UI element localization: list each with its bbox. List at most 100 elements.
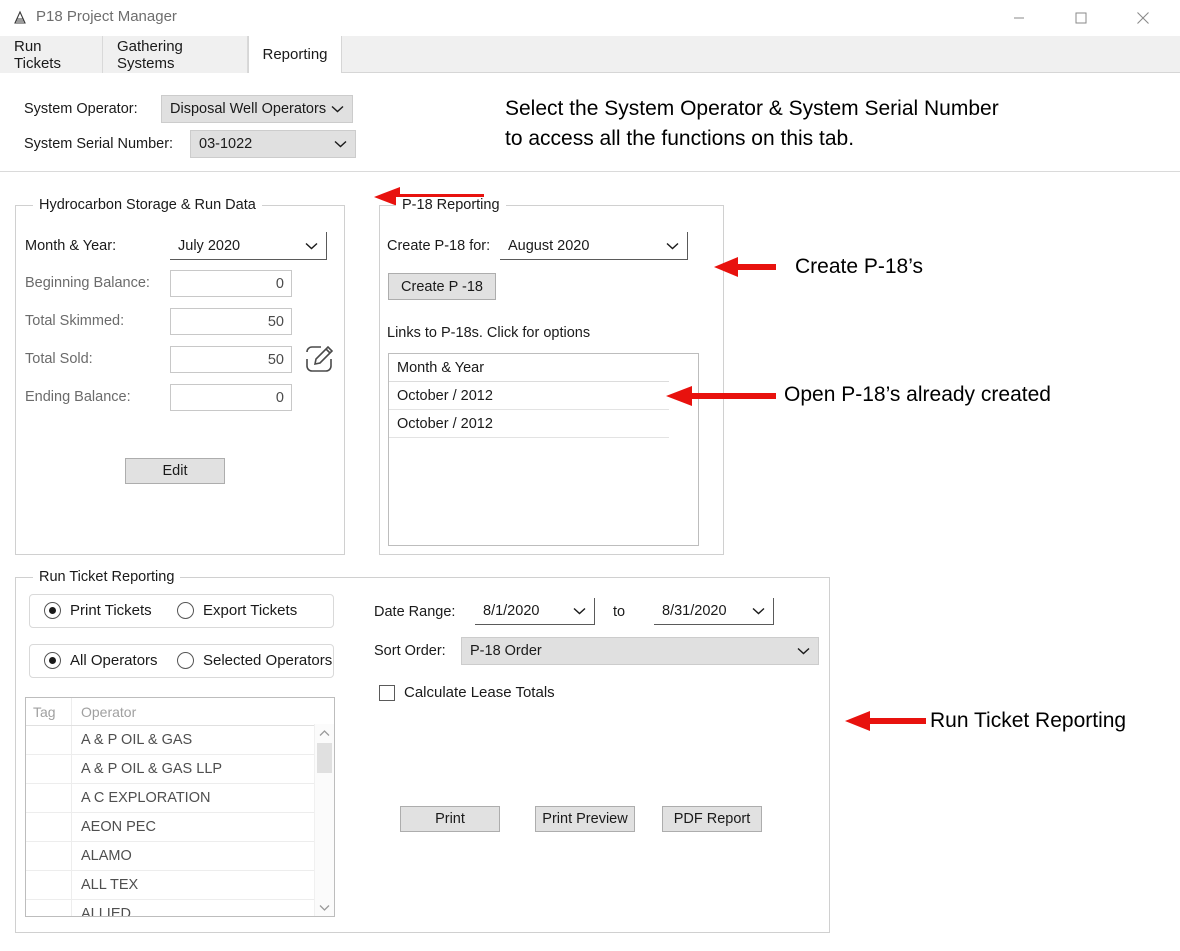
p18-list-header-label: Month & Year	[397, 359, 485, 376]
cell-operator: ALAMO	[81, 848, 132, 864]
p18-reporting-legend: P-18 Reporting	[396, 197, 506, 213]
month-year-select[interactable]: July 2020	[170, 232, 327, 260]
month-year-value: July 2020	[178, 237, 241, 254]
total-skimmed-label: Total Skimmed:	[25, 313, 125, 329]
tab-run-tickets[interactable]: Run Tickets	[0, 36, 103, 73]
print-button[interactable]: Print	[400, 806, 500, 832]
p18-links-list[interactable]: Month & Year October / 2012 October / 20…	[388, 353, 699, 546]
system-serial-label: System Serial Number:	[24, 136, 174, 152]
beginning-balance-value: 0	[275, 275, 284, 292]
pdf-report-button-label: PDF Report	[673, 811, 751, 827]
annotation-arrow-create-p18	[710, 256, 778, 283]
annotation-arrow-open-p18	[660, 385, 778, 412]
cell-operator: ALL TEX	[81, 877, 139, 893]
radio-label: Selected Operators	[203, 652, 333, 669]
total-sold-field[interactable]: 50	[170, 346, 292, 373]
pdf-report-button[interactable]: PDF Report	[662, 806, 762, 832]
radio-all-operators[interactable]: All Operators	[44, 652, 158, 669]
operators-scrollbar[interactable]	[314, 724, 334, 916]
table-row[interactable]: AEON PEC	[26, 813, 334, 842]
date-from-select[interactable]: 8/1/2020	[475, 598, 595, 625]
print-button-label: Print	[435, 811, 465, 827]
radio-label: All Operators	[70, 652, 158, 669]
edit-button[interactable]: Edit	[125, 458, 225, 484]
tab-label: Reporting	[262, 46, 328, 63]
create-p18-for-label: Create P-18 for:	[387, 238, 491, 254]
links-to-p18s-label: Links to P-18s. Click for options	[387, 325, 591, 341]
sort-order-label: Sort Order:	[374, 643, 446, 659]
maximize-button[interactable]	[1058, 0, 1104, 36]
minimize-button[interactable]	[996, 0, 1042, 36]
edit-button-label: Edit	[162, 463, 188, 479]
pencil-edit-icon[interactable]	[303, 343, 335, 380]
annotation-select-note-line1: Select the System Operator & System Seri…	[505, 97, 999, 120]
radio-export-tickets[interactable]: Export Tickets	[177, 602, 297, 619]
close-button[interactable]	[1120, 0, 1166, 36]
ending-balance-field[interactable]: 0	[170, 384, 292, 411]
chevron-down-icon	[305, 238, 318, 254]
radio-selected-operators[interactable]: Selected Operators	[177, 652, 332, 669]
list-item[interactable]: October / 2012	[389, 382, 669, 410]
print-preview-button[interactable]: Print Preview	[535, 806, 635, 832]
hydrocarbon-storage-legend: Hydrocarbon Storage & Run Data	[33, 197, 262, 213]
create-p18-button-label: Create P -18	[401, 278, 483, 295]
title-bar: P18 Project Manager	[0, 0, 1180, 36]
annotation-open-p18: Open P-18’s already created	[784, 383, 1051, 406]
create-p18-for-select[interactable]: August 2020	[500, 232, 688, 260]
date-to-select[interactable]: 8/31/2020	[654, 598, 774, 625]
list-item[interactable]: October / 2012	[389, 410, 669, 438]
total-sold-label: Total Sold:	[25, 351, 93, 367]
radio-dot-icon	[44, 652, 61, 669]
scrollbar-thumb[interactable]	[317, 743, 332, 773]
application-window: P18 Project Manager Run Tickets Gatherin…	[0, 0, 1180, 951]
date-to-value: 8/31/2020	[662, 603, 727, 619]
chevron-down-icon	[752, 603, 765, 619]
radio-dot-icon	[177, 602, 194, 619]
sort-order-value: P-18 Order	[470, 643, 542, 659]
date-range-label: Date Range:	[374, 604, 456, 620]
table-row[interactable]: A C EXPLORATION	[26, 784, 334, 813]
cell-operator: A & P OIL & GAS LLP	[81, 761, 223, 777]
cell-tag	[26, 842, 72, 870]
system-operator-select[interactable]: Disposal Well Operators	[161, 95, 353, 123]
tab-gathering-systems[interactable]: Gathering Systems	[103, 36, 248, 73]
scroll-up-icon[interactable]	[315, 724, 334, 742]
header-selectors: System Operator: Disposal Well Operators…	[0, 73, 1180, 207]
annotation-create-p18: Create P-18’s	[795, 255, 924, 278]
ending-balance-value: 0	[275, 389, 284, 406]
sort-order-select[interactable]: P-18 Order	[461, 637, 819, 665]
column-header-operator: Operator	[81, 703, 137, 720]
operators-grid[interactable]: Tag Operator A & P OIL & GAS A & P OIL &…	[25, 697, 335, 917]
calculate-lease-totals-checkbox[interactable]: Calculate Lease Totals	[379, 684, 555, 701]
table-row[interactable]: A & P OIL & GAS	[26, 726, 334, 755]
operators-grid-header: Tag Operator	[26, 698, 334, 726]
tab-reporting[interactable]: Reporting	[248, 36, 342, 74]
cell-tag	[26, 871, 72, 899]
radio-label: Print Tickets	[70, 602, 152, 619]
maximize-icon	[1075, 12, 1087, 24]
column-header-tag: Tag	[26, 698, 72, 725]
p18-list-item-label: October / 2012	[397, 415, 493, 432]
table-row[interactable]: A & P OIL & GAS LLP	[26, 755, 334, 784]
window-title: P18 Project Manager	[36, 8, 177, 25]
chevron-down-icon	[666, 238, 679, 254]
beginning-balance-field[interactable]: 0	[170, 270, 292, 297]
system-serial-select[interactable]: 03-1022	[190, 130, 356, 158]
create-p18-button[interactable]: Create P -18	[388, 273, 496, 300]
cell-tag	[26, 813, 72, 841]
cell-tag	[26, 726, 72, 754]
table-row[interactable]: ALLIED	[26, 900, 334, 917]
cell-operator: AEON PEC	[81, 819, 156, 835]
radio-print-tickets[interactable]: Print Tickets	[44, 602, 152, 619]
month-year-label: Month & Year:	[25, 238, 117, 254]
run-ticket-reporting-legend: Run Ticket Reporting	[33, 569, 181, 585]
total-skimmed-field[interactable]: 50	[170, 308, 292, 335]
radio-dot-icon	[44, 602, 61, 619]
cell-operator: ALLIED	[81, 906, 131, 917]
table-row[interactable]: ALL TEX	[26, 871, 334, 900]
cell-tag	[26, 755, 72, 783]
scroll-down-icon[interactable]	[315, 898, 334, 916]
checkbox-icon	[379, 684, 395, 701]
calculate-lease-totals-label: Calculate Lease Totals	[404, 684, 555, 701]
table-row[interactable]: ALAMO	[26, 842, 334, 871]
